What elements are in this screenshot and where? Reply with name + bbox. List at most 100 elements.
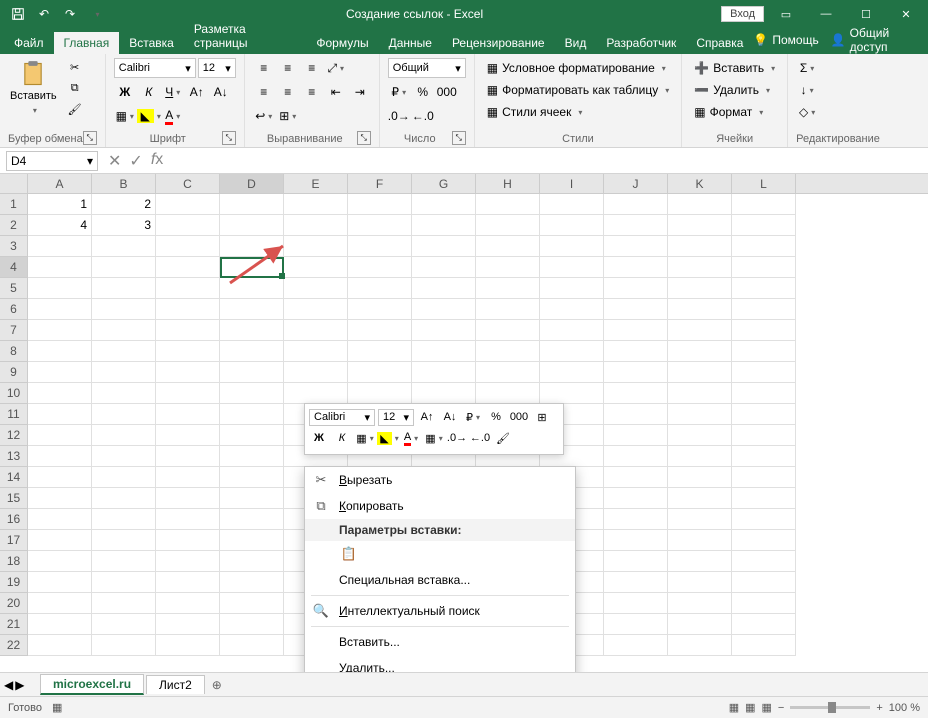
- mini-font-combo[interactable]: Calibri▾: [309, 409, 375, 426]
- cell-D2[interactable]: [220, 215, 284, 236]
- cell-D13[interactable]: [220, 446, 284, 467]
- tab-layout[interactable]: Разметка страницы: [184, 18, 307, 54]
- cell-D15[interactable]: [220, 488, 284, 509]
- row-4[interactable]: 4: [0, 257, 28, 278]
- align-middle[interactable]: ≡: [277, 58, 299, 78]
- cell-D17[interactable]: [220, 530, 284, 551]
- cell-A13[interactable]: [28, 446, 92, 467]
- mini-comma[interactable]: 000: [509, 408, 529, 426]
- mini-dec-decimal[interactable]: ←.0: [470, 429, 490, 447]
- cell-F7[interactable]: [348, 320, 412, 341]
- row-17[interactable]: 17: [0, 530, 28, 551]
- cell-D3[interactable]: [220, 236, 284, 257]
- cell-J2[interactable]: [604, 215, 668, 236]
- cell-K13[interactable]: [668, 446, 732, 467]
- row-20[interactable]: 20: [0, 593, 28, 614]
- cell-L20[interactable]: [732, 593, 796, 614]
- redo-button[interactable]: ↷: [58, 2, 82, 26]
- cell-K5[interactable]: [668, 278, 732, 299]
- cell-J18[interactable]: [604, 551, 668, 572]
- merge-button[interactable]: ⊞: [277, 106, 299, 126]
- decrease-indent[interactable]: ⇤: [325, 82, 347, 102]
- tab-view[interactable]: Вид: [555, 32, 597, 54]
- cell-B7[interactable]: [92, 320, 156, 341]
- cell-L21[interactable]: [732, 614, 796, 635]
- cell-G9[interactable]: [412, 362, 476, 383]
- zoom-slider[interactable]: [790, 706, 870, 709]
- share-button[interactable]: 👤Общий доступ: [831, 26, 920, 54]
- tab-developer[interactable]: Разработчик: [596, 32, 686, 54]
- cell-I3[interactable]: [540, 236, 604, 257]
- cell-F2[interactable]: [348, 215, 412, 236]
- insert-cells-button[interactable]: ➕Вставить: [690, 58, 779, 78]
- cell-J12[interactable]: [604, 425, 668, 446]
- cell-D5[interactable]: [220, 278, 284, 299]
- cell-A1[interactable]: 1: [28, 194, 92, 215]
- ctx-paste-special[interactable]: Специальная вставка...: [305, 567, 575, 593]
- align-center[interactable]: ≡: [277, 82, 299, 102]
- wrap-text-button[interactable]: ↩: [253, 106, 275, 126]
- cell-K20[interactable]: [668, 593, 732, 614]
- cell-J21[interactable]: [604, 614, 668, 635]
- row-14[interactable]: 14: [0, 467, 28, 488]
- cell-B15[interactable]: [92, 488, 156, 509]
- row-22[interactable]: 22: [0, 635, 28, 656]
- cell-L17[interactable]: [732, 530, 796, 551]
- cell-A3[interactable]: [28, 236, 92, 257]
- cell-J20[interactable]: [604, 593, 668, 614]
- autosum-button[interactable]: Σ: [796, 58, 818, 78]
- save-button[interactable]: [6, 2, 30, 26]
- cell-L1[interactable]: [732, 194, 796, 215]
- cell-D6[interactable]: [220, 299, 284, 320]
- cell-I7[interactable]: [540, 320, 604, 341]
- increase-font-button[interactable]: A↑: [186, 82, 208, 102]
- borders-button[interactable]: ▦: [114, 106, 136, 126]
- cell-B4[interactable]: [92, 257, 156, 278]
- cell-G10[interactable]: [412, 383, 476, 404]
- mini-format-painter[interactable]: 🖌: [493, 429, 513, 447]
- cell-G3[interactable]: [412, 236, 476, 257]
- cancel-fx-button[interactable]: ✕: [108, 151, 121, 171]
- cell-C5[interactable]: [156, 278, 220, 299]
- cell-L6[interactable]: [732, 299, 796, 320]
- mini-inc-decimal[interactable]: .0→: [447, 429, 467, 447]
- cell-A9[interactable]: [28, 362, 92, 383]
- row-21[interactable]: 21: [0, 614, 28, 635]
- row-6[interactable]: 6: [0, 299, 28, 320]
- cell-D20[interactable]: [220, 593, 284, 614]
- cell-J16[interactable]: [604, 509, 668, 530]
- cell-B17[interactable]: [92, 530, 156, 551]
- cell-F1[interactable]: [348, 194, 412, 215]
- cell-K21[interactable]: [668, 614, 732, 635]
- cell-D1[interactable]: [220, 194, 284, 215]
- cell-A18[interactable]: [28, 551, 92, 572]
- cell-B18[interactable]: [92, 551, 156, 572]
- cell-G8[interactable]: [412, 341, 476, 362]
- cell-K4[interactable]: [668, 257, 732, 278]
- cell-G5[interactable]: [412, 278, 476, 299]
- cell-A22[interactable]: [28, 635, 92, 656]
- cell-F5[interactable]: [348, 278, 412, 299]
- cell-J15[interactable]: [604, 488, 668, 509]
- format-as-table-button[interactable]: ▦Форматировать как таблицу: [483, 80, 674, 100]
- cell-K12[interactable]: [668, 425, 732, 446]
- cell-B10[interactable]: [92, 383, 156, 404]
- bold-button[interactable]: Ж: [114, 82, 136, 102]
- align-left[interactable]: ≡: [253, 82, 275, 102]
- row-1[interactable]: 1: [0, 194, 28, 215]
- cell-D22[interactable]: [220, 635, 284, 656]
- cell-A11[interactable]: [28, 404, 92, 425]
- clipboard-launcher[interactable]: ⤡: [83, 131, 97, 145]
- font-size-combo[interactable]: 12▾: [198, 58, 236, 78]
- cell-J1[interactable]: [604, 194, 668, 215]
- cell-C11[interactable]: [156, 404, 220, 425]
- cell-K9[interactable]: [668, 362, 732, 383]
- cell-H2[interactable]: [476, 215, 540, 236]
- cell-H1[interactable]: [476, 194, 540, 215]
- cell-C9[interactable]: [156, 362, 220, 383]
- font-name-combo[interactable]: Calibri▾: [114, 58, 196, 78]
- cell-B20[interactable]: [92, 593, 156, 614]
- cell-K7[interactable]: [668, 320, 732, 341]
- cell-A4[interactable]: [28, 257, 92, 278]
- cell-G2[interactable]: [412, 215, 476, 236]
